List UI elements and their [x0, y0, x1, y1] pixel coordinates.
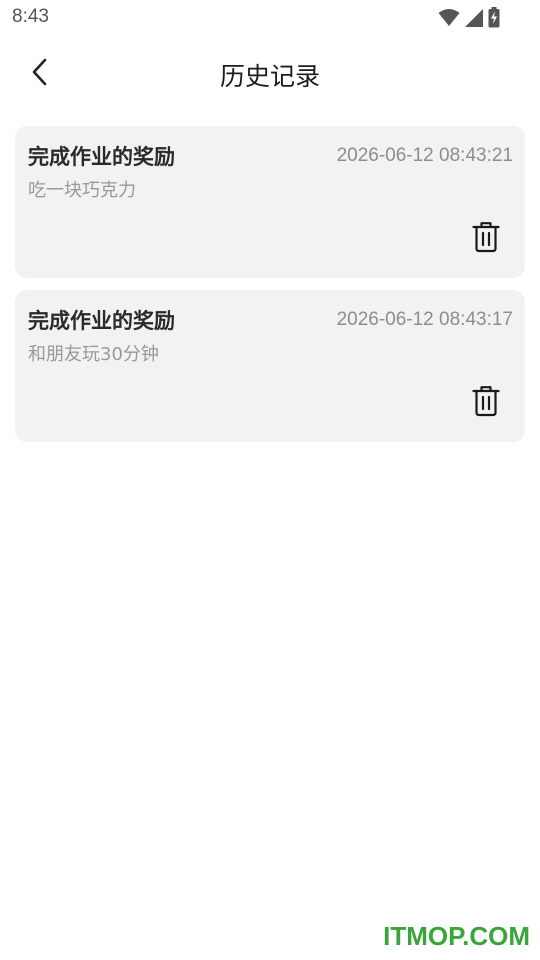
- status-icons: [438, 7, 500, 32]
- history-record-card[interactable]: 完成作业的奖励 2026-06-12 08:43:17 和朋友玩30分钟: [15, 290, 525, 442]
- battery-charging-icon: [488, 7, 500, 32]
- record-title: 完成作业的奖励: [28, 309, 175, 333]
- record-title: 完成作业的奖励: [28, 145, 175, 169]
- delete-button[interactable]: [469, 221, 503, 257]
- status-bar: 8:43: [0, 0, 540, 36]
- delete-button[interactable]: [469, 385, 503, 421]
- status-time: 8:43: [12, 6, 49, 27]
- record-description: 和朋友玩30分钟: [28, 344, 159, 365]
- record-timestamp: 2026-06-12 08:43:17: [336, 309, 513, 330]
- history-record-card[interactable]: 完成作业的奖励 2026-06-12 08:43:21 吃一块巧克力: [15, 126, 525, 278]
- watermark: ITMOP.COM: [383, 921, 530, 951]
- header: 历史记录: [0, 40, 540, 108]
- record-timestamp: 2026-06-12 08:43:21: [336, 145, 513, 166]
- trash-icon: [472, 385, 500, 421]
- trash-icon: [472, 221, 500, 257]
- record-description: 吃一块巧克力: [28, 180, 136, 201]
- wifi-icon: [438, 8, 460, 32]
- cell-signal-icon: [464, 8, 484, 32]
- page-title: 历史记录: [219, 62, 320, 91]
